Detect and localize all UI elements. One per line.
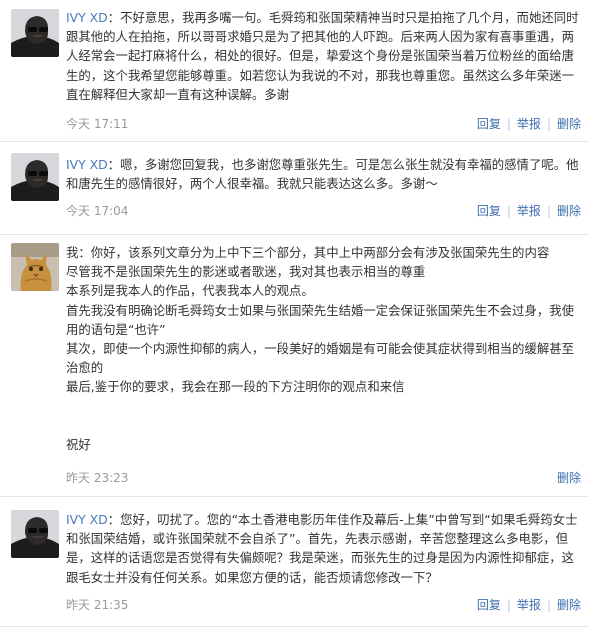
avatar[interactable] [11, 153, 59, 201]
report-button[interactable]: 举报 [517, 117, 541, 131]
report-button[interactable]: 举报 [517, 598, 541, 612]
author-name[interactable]: IVY XD [66, 157, 108, 172]
separator: ： [78, 245, 91, 260]
divider: | [546, 117, 551, 131]
separator: ： [107, 157, 121, 172]
avatar[interactable] [11, 9, 59, 57]
comment-line: 尽管我不是张国荣先生的影迷或者歌迷，我对其也表示相当的尊重 [66, 264, 426, 280]
comment-text: IVY XD：嗯，多谢您回复我，也多谢您尊重张先生。可是怎么张生就没有幸福的感情… [66, 155, 581, 193]
comment-item: IVY XD：不好意思，我再多嘴一句。毛舜筠和张国荣精神当时只是拍拖了几个月，而… [0, 0, 589, 142]
comment-line: 本系列是我本人的作品，代表我本人的观点。 [66, 283, 314, 299]
separator: ： [107, 512, 121, 527]
delete-button[interactable]: 删除 [557, 204, 581, 218]
comment-line: 最后,鉴于你的要求，我会在那一段的下方注明你的观点和来信 [66, 379, 405, 395]
comment-body: IVY XD：您好，叨扰了。您的“本土香港电影历年佳作及幕后-上集”中曾写到“如… [66, 510, 581, 587]
avatar[interactable] [11, 243, 59, 291]
divider: | [546, 598, 551, 612]
comment-line: 首先我没有明确论断毛舜筠女士如果与张国荣先生结婚一定会保证张国荣先生不会过身，我… [66, 302, 575, 337]
comment-text: 我：你好，该系列文章分为上中下三个部分，其中上中两部分会有涉及张国荣先生的内容 … [66, 243, 581, 454]
comment-body: 我：你好，该系列文章分为上中下三个部分，其中上中两部分会有涉及张国荣先生的内容 … [66, 243, 581, 454]
comment-body: IVY XD：嗯，多谢您回复我，也多谢您尊重张先生。可是怎么张生就没有幸福的感情… [66, 155, 581, 193]
report-button[interactable]: 举报 [517, 204, 541, 218]
divider: | [546, 204, 551, 218]
comment-item: 我：你好，该系列文章分为上中下三个部分，其中上中两部分会有涉及张国荣先生的内容 … [0, 235, 589, 497]
delete-button[interactable]: 删除 [557, 471, 581, 485]
comment-body: IVY XD：不好意思，我再多嘴一句。毛舜筠和张国荣精神当时只是拍拖了几个月，而… [66, 8, 581, 104]
comment-actions: 回复 | 举报 | 删除 [477, 115, 581, 132]
comment-actions: 删除 [557, 469, 581, 486]
comment-content: 不好意思，我再多嘴一句。毛舜筠和张国荣精神当时只是拍拖了几个月，而她还同时跟其他… [66, 10, 579, 102]
comment-text: IVY XD：不好意思，我再多嘴一句。毛舜筠和张国荣精神当时只是拍拖了几个月，而… [66, 8, 581, 104]
delete-button[interactable]: 删除 [557, 598, 581, 612]
timestamp: 今天 17:04 [66, 204, 129, 218]
comment-item: IVY XD：嗯，多谢您回复我，也多谢您尊重张先生。可是怎么张生就没有幸福的感情… [0, 142, 589, 235]
author-name[interactable]: 我 [66, 245, 78, 260]
comment-actions: 回复 | 举报 | 删除 [477, 202, 581, 219]
author-name[interactable]: IVY XD [66, 10, 108, 25]
comment-content: 嗯，多谢您回复我，也多谢您尊重张先生。可是怎么张生就没有幸福的感情了呢。他和唐先… [66, 157, 579, 192]
author-name[interactable]: IVY XD [66, 512, 108, 527]
divider: | [506, 204, 511, 218]
timestamp: 昨天 21:35 [66, 598, 129, 612]
separator: ： [107, 10, 121, 25]
reply-button[interactable]: 回复 [477, 598, 501, 612]
avatar[interactable] [11, 510, 59, 558]
comment-line: 你好，该系列文章分为上中下三个部分，其中上中两部分会有涉及张国荣先生的内容 [90, 245, 550, 260]
comment-actions: 回复 | 举报 | 删除 [477, 596, 581, 613]
comment-content: 您好，叨扰了。您的“本土香港电影历年佳作及幕后-上集”中曾写到“如果毛舜筠女士和… [66, 512, 578, 585]
timestamp: 昨天 23:23 [66, 471, 129, 485]
comment-text: IVY XD：您好，叨扰了。您的“本土香港电影历年佳作及幕后-上集”中曾写到“如… [66, 510, 581, 587]
reply-button[interactable]: 回复 [477, 117, 501, 131]
reply-button[interactable]: 回复 [477, 204, 501, 218]
divider: | [506, 598, 511, 612]
comment-line: 其次，即使一个内源性抑郁的病人，一段美好的婚姻是有可能会使其症状得到相当的缓解甚… [66, 341, 575, 376]
delete-button[interactable]: 删除 [557, 117, 581, 131]
comment-line: 祝好 [66, 436, 91, 452]
comment-item: IVY XD：您好，叨扰了。您的“本土香港电影历年佳作及幕后-上集”中曾写到“如… [0, 497, 589, 627]
timestamp: 今天 17:11 [66, 117, 129, 131]
divider: | [506, 117, 511, 131]
